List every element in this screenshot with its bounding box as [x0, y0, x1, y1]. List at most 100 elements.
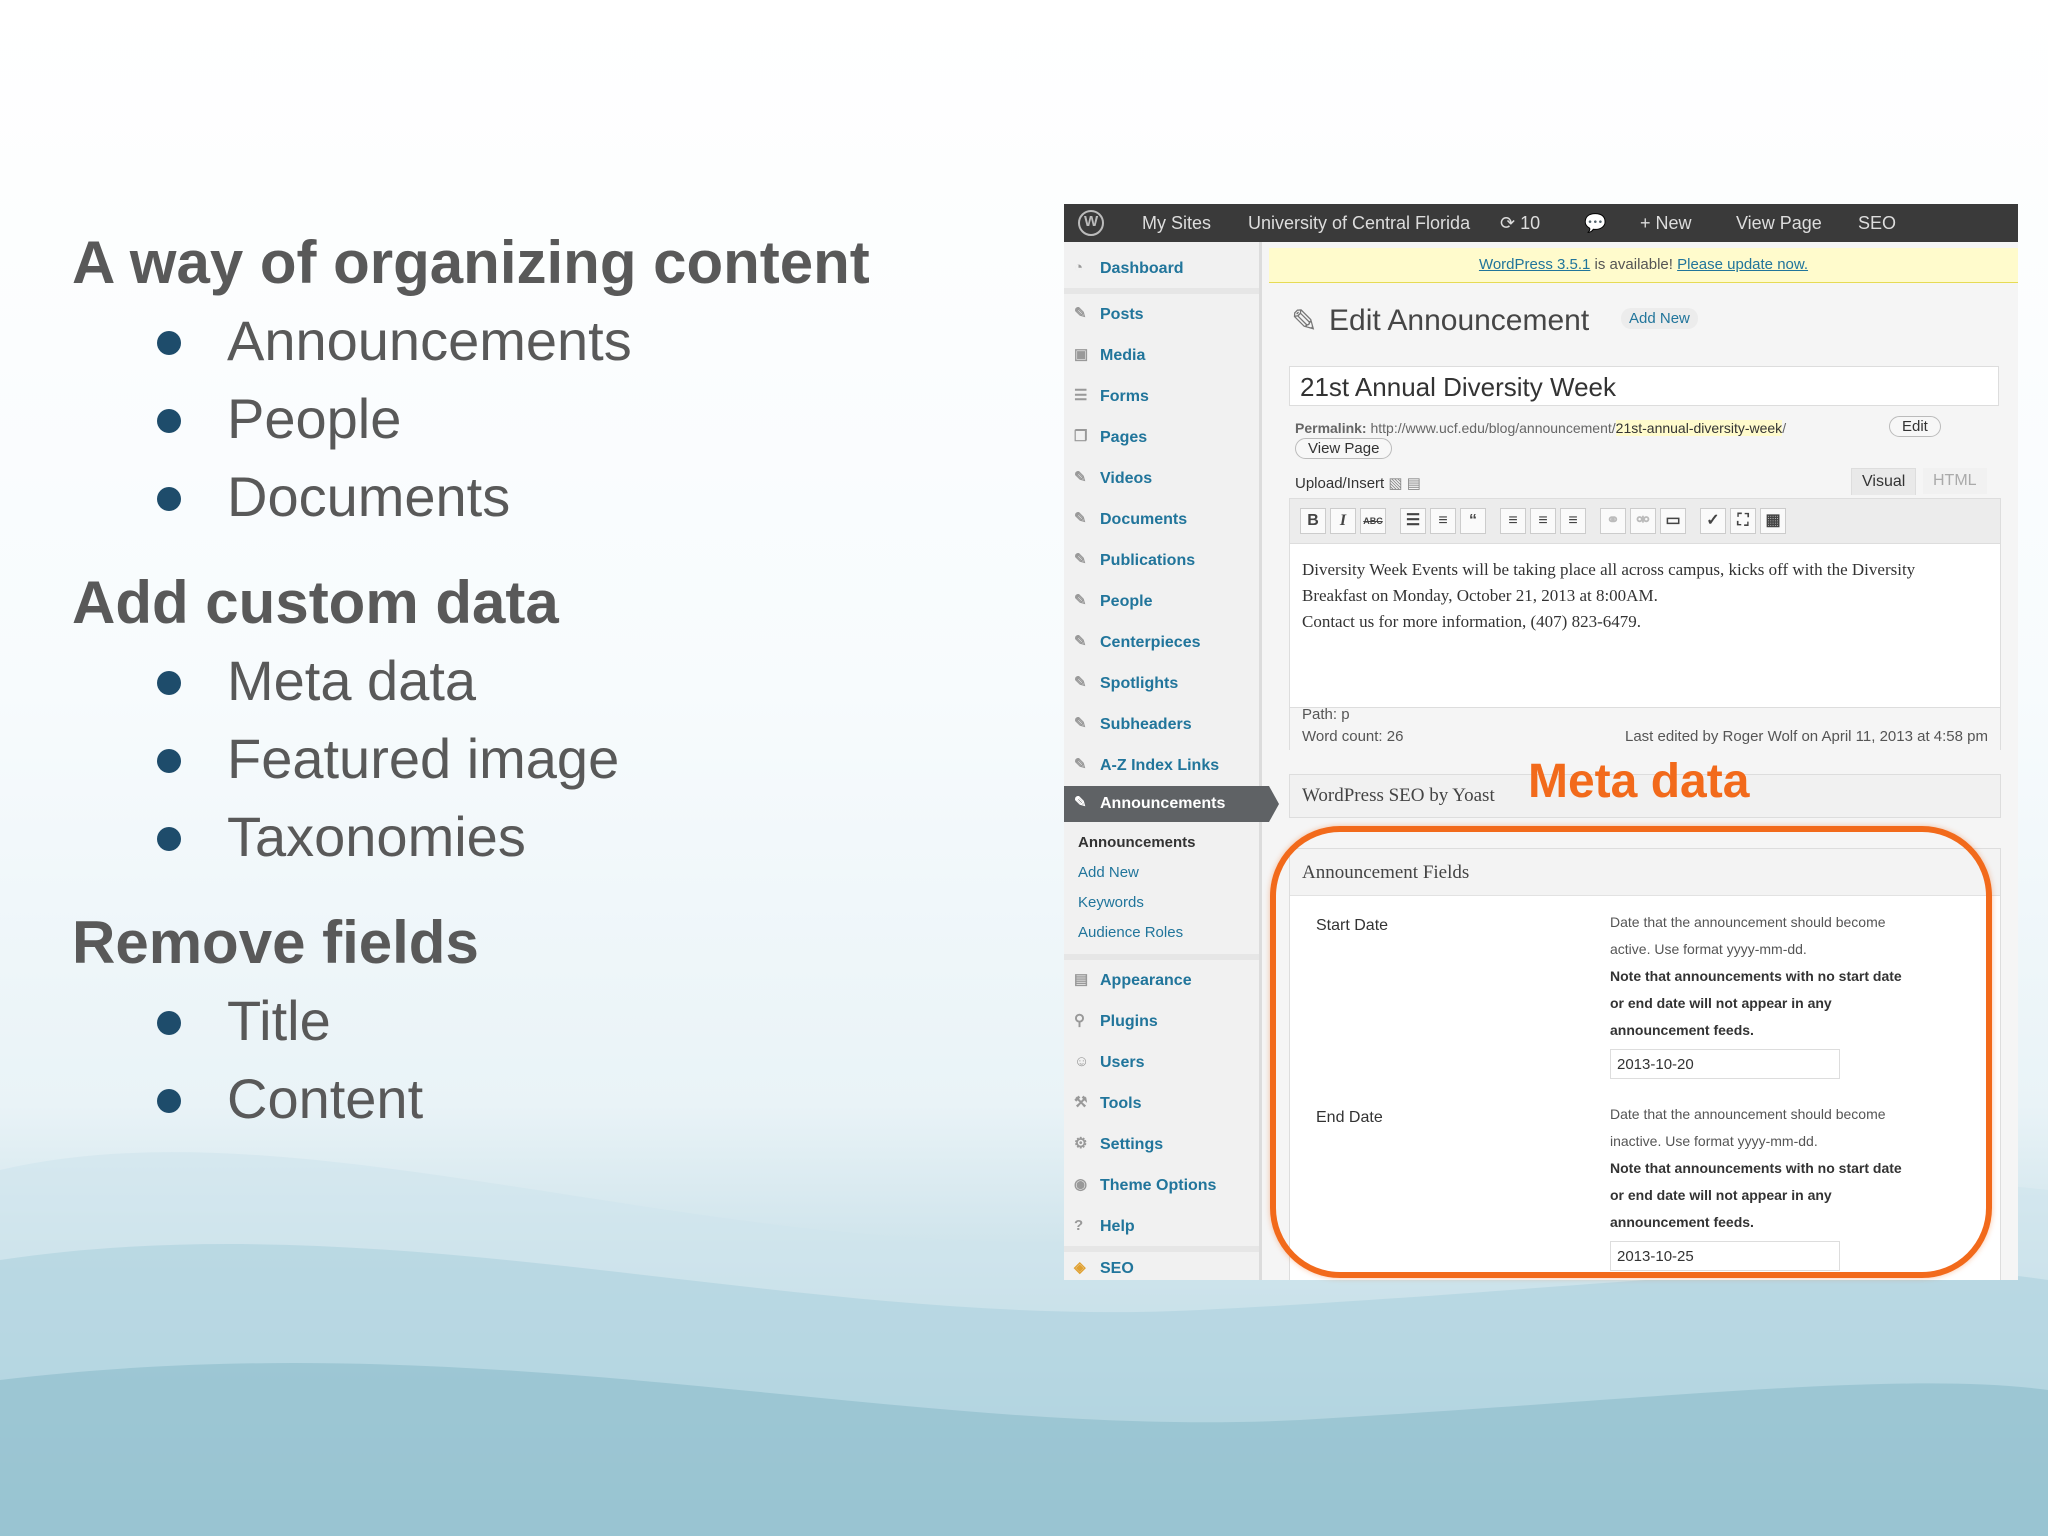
blockquote-button[interactable]: “ — [1460, 508, 1486, 534]
unlink-icon[interactable]: ⚮ — [1630, 508, 1656, 534]
section-heading: Remove fields — [72, 909, 479, 976]
users-icon: ☺ — [1074, 1053, 1090, 1070]
permalink-slug[interactable]: 21st-annual-diversity-week — [1615, 420, 1783, 436]
new-content-link[interactable]: + New — [1640, 213, 1692, 234]
menu-posts[interactable]: ✎ Posts — [1064, 300, 1259, 330]
menu-videos[interactable]: ✎ Videos — [1064, 464, 1259, 494]
menu-appearance[interactable]: ▤ Appearance — [1064, 966, 1259, 996]
menu-spotlights[interactable]: ✎ Spotlights — [1064, 669, 1259, 699]
menu-centerpieces[interactable]: ✎ Centerpieces — [1064, 628, 1259, 658]
add-media-icon[interactable]: ▧ — [1388, 475, 1402, 492]
link-icon[interactable]: ⚭ — [1600, 508, 1626, 534]
content-editor[interactable]: B I ABC ☰ ≡ “ ≡ ≡ ≡ ⚭ ⚮ ▭ ✓ ⛶ ▦ Diversit… — [1289, 498, 2001, 750]
pin-icon: ✎ — [1074, 674, 1087, 691]
pin-icon: ✎ — [1074, 633, 1087, 650]
bullet-icon — [157, 1011, 181, 1035]
submenu-announcements[interactable]: Announcements — [1078, 834, 1196, 851]
spellcheck-icon[interactable]: ✓ — [1700, 508, 1726, 534]
my-sites-link[interactable]: My Sites — [1142, 213, 1211, 234]
highlight-ring — [1270, 826, 1992, 1278]
menu-help[interactable]: ? Help — [1064, 1212, 1259, 1242]
media-icon: ▣ — [1074, 346, 1089, 363]
bold-button[interactable]: B — [1300, 508, 1326, 534]
editor-path: Path: p — [1302, 706, 1350, 723]
pages-icon: ❐ — [1074, 428, 1088, 445]
menu-documents[interactable]: ✎ Documents — [1064, 505, 1259, 535]
bullet-item: Documents — [72, 458, 972, 536]
update-now-link[interactable]: Please update now. — [1677, 256, 1808, 273]
updates-link[interactable]: ⟳ 10 — [1500, 213, 1540, 234]
fullscreen-icon[interactable]: ⛶ — [1730, 508, 1756, 534]
site-name-link[interactable]: University of Central Florida — [1248, 213, 1470, 234]
kitchen-sink-icon[interactable]: ▦ — [1760, 508, 1786, 534]
add-new-button[interactable]: Add New — [1621, 308, 1698, 329]
add-form-icon[interactable]: ▤ — [1407, 475, 1421, 492]
bullet-item: Taxonomies — [72, 798, 972, 876]
pin-icon: ✎ — [1074, 794, 1087, 811]
bullet-list-icon[interactable]: ☰ — [1400, 508, 1426, 534]
menu-seo[interactable]: ◈ SEO — [1064, 1254, 1259, 1280]
pin-icon: ✎ — [1074, 551, 1087, 568]
view-page-button[interactable]: View Page — [1295, 438, 1393, 459]
settings-icon: ⚙ — [1074, 1135, 1088, 1152]
theme-options-icon: ◉ — [1074, 1176, 1088, 1193]
menu-settings[interactable]: ⚙ Settings — [1064, 1130, 1259, 1160]
menu-people[interactable]: ✎ People — [1064, 587, 1259, 617]
seo-icon: ◈ — [1074, 1259, 1086, 1276]
bullet-icon — [157, 671, 181, 695]
align-left-icon[interactable]: ≡ — [1500, 508, 1526, 534]
view-page-link[interactable]: View Page — [1736, 213, 1822, 234]
menu-az-index[interactable]: ✎ A-Z Index Links — [1064, 751, 1259, 781]
section-remove-fields: Remove fields Title Content — [72, 908, 972, 1138]
version-link[interactable]: WordPress 3.5.1 — [1479, 256, 1590, 273]
admin-sidebar: ◔ Dashboard ✎ Posts ▣ Media ☰ Forms ❐ Pages ✎… — [1064, 242, 1279, 1280]
tab-visual[interactable]: Visual — [1851, 468, 1917, 495]
menu-announcements[interactable]: ✎ Announcements — [1064, 786, 1279, 822]
align-right-icon[interactable]: ≡ — [1560, 508, 1586, 534]
pin-icon: ✎ — [1074, 305, 1087, 322]
pin-icon: ✎ — [1074, 510, 1087, 527]
menu-subheaders[interactable]: ✎ Subheaders — [1064, 710, 1259, 740]
tab-html[interactable]: HTML — [1923, 468, 1987, 494]
seo-link[interactable]: SEO — [1858, 213, 1896, 234]
bullet-item: Meta data — [72, 642, 972, 720]
bullet-item: Featured image — [72, 720, 972, 798]
bullet-item: People — [72, 380, 972, 458]
slide-outline: A way of organizing content Announcement… — [72, 228, 972, 1170]
editor-body[interactable]: Diversity Week Events will be taking pla… — [1302, 557, 1992, 635]
submenu-add-new[interactable]: Add New — [1078, 864, 1139, 881]
menu-tools[interactable]: ⚒ Tools — [1064, 1089, 1259, 1119]
menu-users[interactable]: ☺ Users — [1064, 1048, 1259, 1078]
align-center-icon[interactable]: ≡ — [1530, 508, 1556, 534]
strikethrough-button[interactable]: ABC — [1360, 508, 1386, 534]
bullet-icon — [157, 487, 181, 511]
bullet-item: Announcements — [72, 302, 972, 380]
tools-icon: ⚒ — [1074, 1094, 1088, 1111]
bullet-icon — [157, 749, 181, 773]
plus-icon: + — [1640, 213, 1651, 233]
submenu-keywords[interactable]: Keywords — [1078, 894, 1144, 911]
section-custom-data: Add custom data Meta data Featured image… — [72, 568, 972, 876]
comments-icon[interactable]: 💬 — [1584, 213, 1606, 234]
menu-forms[interactable]: ☰ Forms — [1064, 382, 1259, 412]
menu-media[interactable]: ▣ Media — [1064, 341, 1259, 371]
menu-publications[interactable]: ✎ Publications — [1064, 546, 1259, 576]
pushpin-icon: ✎ — [1291, 303, 1318, 339]
menu-theme-options[interactable]: ◉ Theme Options — [1064, 1171, 1259, 1201]
numbered-list-icon[interactable]: ≡ — [1430, 508, 1456, 534]
refresh-icon: ⟳ — [1500, 213, 1516, 233]
post-title-input[interactable]: 21st Annual Diversity Week — [1289, 366, 1999, 406]
submenu-audience-roles[interactable]: Audience Roles — [1078, 924, 1183, 941]
pin-icon: ✎ — [1074, 715, 1087, 732]
dashboard-icon: ◔ — [1074, 259, 1084, 276]
menu-plugins[interactable]: ⚲ Plugins — [1064, 1007, 1259, 1037]
menu-pages[interactable]: ❐ Pages — [1064, 423, 1259, 453]
bullet-icon — [157, 827, 181, 851]
wordpress-logo-icon[interactable] — [1078, 210, 1104, 236]
menu-dashboard[interactable]: ◔ Dashboard — [1064, 254, 1259, 284]
pin-icon: ✎ — [1074, 592, 1087, 609]
menu-separator — [1064, 288, 1259, 294]
edit-permalink-button[interactable]: Edit — [1889, 416, 1941, 437]
italic-button[interactable]: I — [1330, 508, 1356, 534]
more-tag-icon[interactable]: ▭ — [1660, 508, 1686, 534]
